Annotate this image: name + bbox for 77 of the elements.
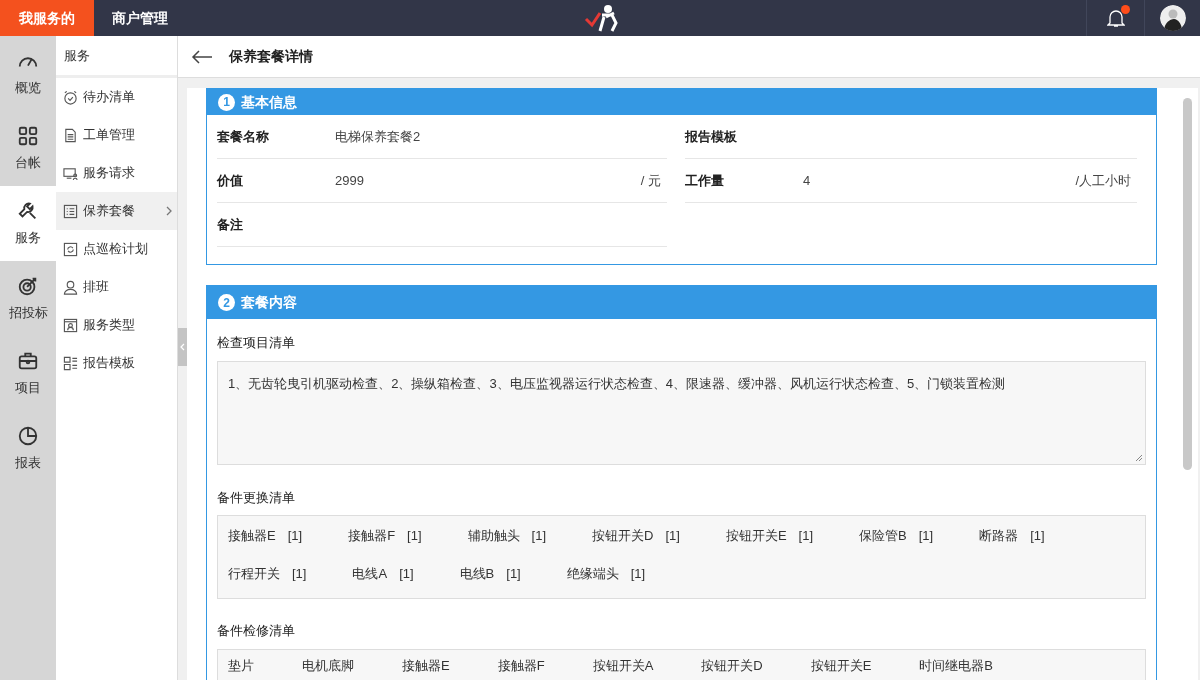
document-icon [63, 127, 78, 143]
unit-label: /人工小时 [1075, 171, 1131, 190]
part-name: 保险管B [859, 527, 907, 545]
alarm-clock-icon [63, 89, 78, 105]
rail-item[interactable]: 服务 [0, 186, 56, 261]
field-label: 套餐名称 [217, 127, 270, 146]
list-icon [63, 203, 78, 219]
submenu-title: 服务 [64, 46, 90, 65]
part-name: 电机底脚 [302, 656, 354, 675]
collapse-handle[interactable] [178, 328, 187, 366]
section-title: 基本信息 [241, 92, 297, 112]
section-title: 套餐内容 [241, 293, 297, 312]
part-name: 接触器E [228, 527, 276, 545]
part-quantity: [1] [506, 564, 521, 583]
pie-chart-icon [17, 424, 39, 447]
field-value: 2999 [335, 171, 365, 190]
bell-icon [1106, 8, 1125, 28]
step-number: 2 [218, 294, 235, 311]
rail-item[interactable]: 台帐 [0, 111, 56, 186]
part-name: 辅助触头 [467, 527, 520, 545]
field-label: 价值 [217, 171, 244, 190]
part-quantity: [1] [630, 564, 646, 583]
back-arrow-icon [191, 49, 213, 64]
list-label: 备件检修清单 [217, 622, 296, 640]
part-quantity: [1] [399, 564, 414, 583]
part-name: 断路器 [979, 527, 1019, 545]
page-title: 保养套餐详情 [229, 47, 313, 66]
part-name: 行程开关 [228, 564, 280, 583]
user-icon [63, 279, 78, 295]
field-value: 4 [803, 171, 812, 190]
part-name: 按钮开关D [592, 527, 654, 545]
grid-icon [17, 124, 39, 147]
nav-tab[interactable]: 商户管理 [94, 0, 186, 36]
part-name: 按钮开关E [810, 656, 872, 675]
rail-item[interactable]: 报表 [0, 411, 56, 486]
logo-drawing [584, 3, 620, 33]
unit-label: / 元 [640, 171, 661, 190]
resize-grip-icon [1135, 453, 1143, 462]
part-name: 接触器F [497, 656, 545, 675]
back-button[interactable] [191, 48, 213, 65]
part-name: 电线A [352, 564, 388, 583]
step-number: 1 [218, 93, 235, 111]
part-quantity: [1] [292, 564, 307, 583]
text-area[interactable]: 1、无齿轮曳引机驱动检查、2、操纵箱检查、3、电压监视器运行状态检查、4、限速器、缓冲器、风机运行状态检查、5、门锁装置检测 [217, 360, 1146, 465]
part-name: 时间继电器B [919, 656, 994, 675]
list-label: 检查项目清单 [217, 334, 296, 352]
part-name: 垫片 [228, 656, 254, 675]
scrollbar-thumb[interactable] [1182, 98, 1192, 470]
field-value: 电梯保养套餐2 [335, 127, 422, 146]
part-name: 电线B [459, 564, 495, 583]
part-quantity: [1] [407, 527, 422, 545]
part-quantity: [1] [918, 527, 934, 545]
rail-item[interactable]: 项目 [0, 336, 56, 411]
chevron-left-icon [180, 343, 185, 351]
field-label: 报告模板 [685, 127, 738, 146]
part-name: 按钮开关A [592, 656, 654, 675]
submenu-item[interactable]: 保养套餐 [56, 192, 177, 230]
chevron-right-icon [166, 206, 173, 216]
refresh-icon [63, 241, 78, 257]
id-card-icon [63, 317, 78, 333]
part-name: 按钮开关E [725, 527, 787, 545]
part-quantity: [1] [531, 527, 547, 545]
part-quantity: [1] [287, 527, 303, 545]
part-name: 接触器F [348, 527, 396, 545]
part-quantity: [1] [798, 527, 814, 545]
field-label: 备注 [217, 215, 244, 234]
part-name: 按钮开关D [701, 656, 763, 675]
template-icon [63, 355, 78, 371]
rail-item[interactable]: 招投标 [0, 261, 56, 336]
part-name: 绝缘端头 [566, 564, 619, 583]
part-quantity: [1] [1030, 527, 1045, 545]
part-name: 接触器E [402, 656, 450, 675]
rail-item[interactable]: 概览 [0, 36, 56, 111]
part-quantity: [1] [665, 527, 680, 545]
list-label: 备件更换清单 [217, 488, 296, 507]
field-label: 工作量 [685, 171, 725, 190]
monitor-user-icon [63, 165, 78, 181]
